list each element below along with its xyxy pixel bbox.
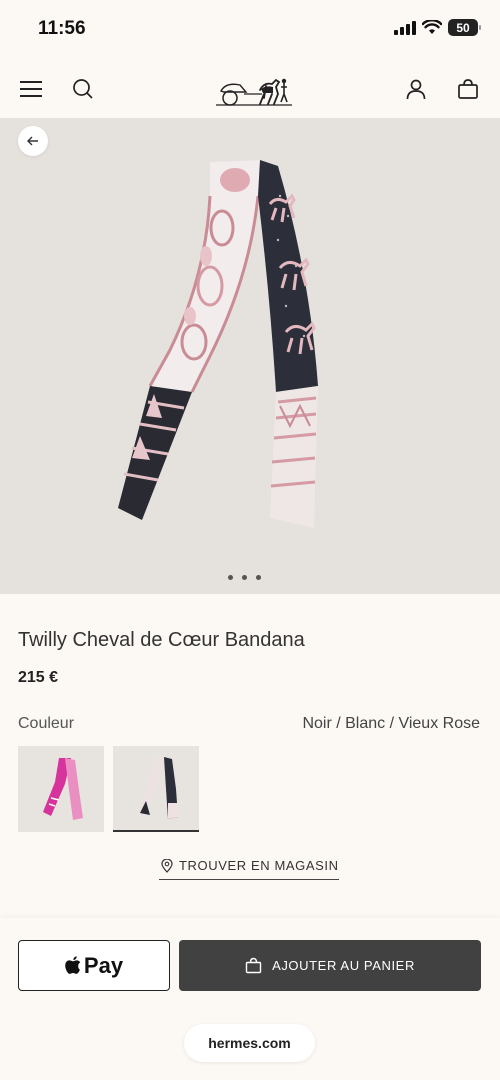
status-icons: 50 xyxy=(394,19,481,36)
browser-url-bar[interactable]: hermes.com xyxy=(184,1024,315,1062)
user-icon xyxy=(406,79,426,100)
color-label: Couleur xyxy=(18,715,75,732)
shopping-bag-icon xyxy=(245,957,262,974)
browser-url: hermes.com xyxy=(208,1035,291,1051)
color-swatch-noir-blanc-vieux-rose[interactable] xyxy=(113,746,199,832)
product-image-gallery[interactable] xyxy=(0,118,500,594)
search-icon xyxy=(73,79,93,99)
apple-pay-label: Pay xyxy=(83,952,124,978)
battery-indicator: 50 xyxy=(448,19,481,36)
battery-level: 50 xyxy=(456,20,470,35)
top-navigation xyxy=(0,60,500,118)
hermes-logo[interactable] xyxy=(216,72,292,108)
color-value: Noir / Blanc / Vieux Rose xyxy=(302,715,480,732)
product-price: 215 € xyxy=(18,669,59,686)
gallery-pagination xyxy=(228,575,261,580)
shopping-bag-icon xyxy=(458,79,478,99)
bottom-action-bar: Pay AJOUTER AU PANIER hermes.com xyxy=(0,918,500,1080)
dark-scarf-thumbnail xyxy=(138,757,178,819)
pagination-dot[interactable] xyxy=(256,575,261,580)
pagination-dot[interactable] xyxy=(242,575,247,580)
color-swatch-pink[interactable] xyxy=(18,746,104,832)
cellular-signal-icon xyxy=(394,20,416,35)
add-to-cart-label: AJOUTER AU PANIER xyxy=(272,958,415,973)
pink-scarf-thumbnail xyxy=(43,758,83,820)
wifi-icon xyxy=(422,20,442,34)
bag-button[interactable] xyxy=(454,75,482,103)
back-button[interactable] xyxy=(18,126,48,156)
find-in-store-label: TROUVER EN MAGASIN xyxy=(179,858,339,873)
horse-carriage-logo xyxy=(216,78,292,106)
account-button[interactable] xyxy=(402,75,430,103)
location-pin-icon xyxy=(161,858,173,873)
menu-button[interactable] xyxy=(17,75,45,103)
product-scarf-image xyxy=(118,160,318,528)
add-to-cart-button[interactable]: AJOUTER AU PANIER xyxy=(179,940,481,991)
status-bar: 11:56 50 xyxy=(0,0,500,60)
arrow-left-icon xyxy=(27,136,38,146)
pagination-dot[interactable] xyxy=(228,575,233,580)
find-in-store-link[interactable]: TROUVER EN MAGASIN xyxy=(159,852,339,880)
search-button[interactable] xyxy=(69,75,97,103)
product-title: Twilly Cheval de Cœur Bandana xyxy=(18,629,305,651)
hamburger-icon xyxy=(20,81,42,97)
apple-pay-button[interactable]: Pay xyxy=(18,940,170,991)
status-time: 11:56 xyxy=(38,18,86,39)
apple-logo-icon xyxy=(65,956,81,974)
